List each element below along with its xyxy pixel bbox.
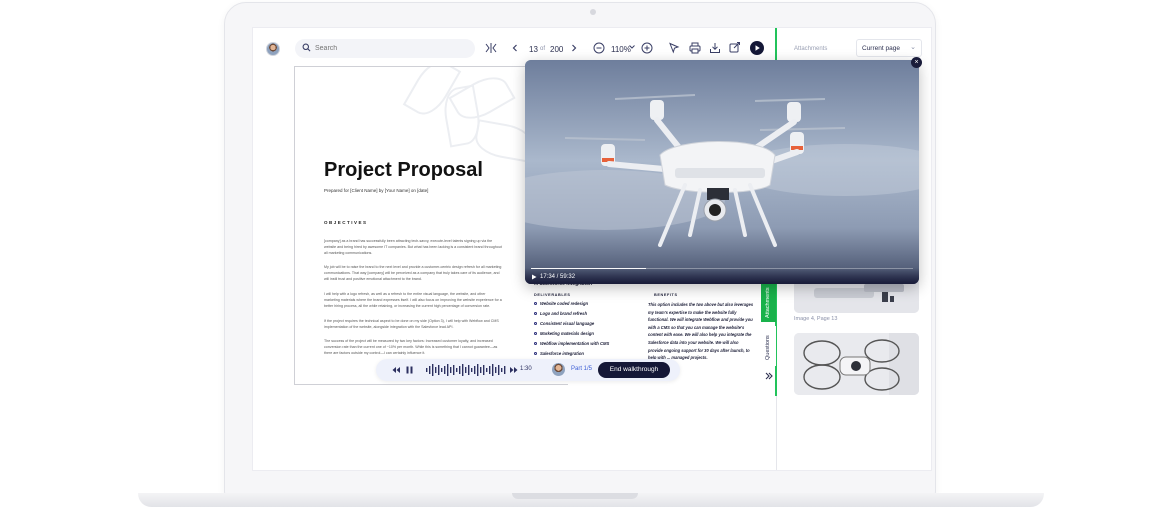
paragraph: [company] as a brand has successfully be… bbox=[324, 239, 502, 255]
list-item: Logo and brand refresh bbox=[534, 311, 587, 316]
split-view-icon[interactable] bbox=[485, 42, 497, 54]
video-time: 17:34 / 59:32 bbox=[540, 274, 576, 280]
attachments-label: Attachments bbox=[794, 46, 828, 52]
document-subtitle: Prepared for [Client Name] by [Your Name… bbox=[324, 188, 429, 193]
close-video-button[interactable]: × bbox=[911, 57, 922, 68]
thumbnail-caption: Image 4, Page 13 bbox=[794, 316, 838, 322]
bullet-icon bbox=[534, 332, 537, 336]
forward-icon[interactable] bbox=[510, 366, 518, 374]
page-scope-value: Current page bbox=[862, 45, 900, 52]
page-total: 200 bbox=[550, 45, 564, 54]
drone-thumbnail-icon bbox=[794, 333, 919, 395]
download-icon[interactable] bbox=[709, 42, 721, 54]
chevron-down-icon: ⌄ bbox=[910, 44, 916, 51]
pause-icon[interactable] bbox=[406, 366, 413, 374]
app-screen: 13 of 200 110% bbox=[252, 27, 932, 471]
stage: 13 of 200 110% bbox=[0, 0, 1150, 515]
chevron-down-icon[interactable] bbox=[628, 43, 636, 51]
walkthrough-time: 1:30 bbox=[520, 366, 532, 372]
list-item-label: Website coded redesign bbox=[540, 301, 589, 306]
list-item-label: Consistent visual language bbox=[540, 321, 595, 326]
paragraph: The success of the project will be measu… bbox=[324, 339, 498, 355]
objectives-heading: OBJECTIVES bbox=[324, 220, 368, 225]
deliverables-label: DELIVERABLES bbox=[534, 293, 571, 297]
paragraph: If the project requires the technical as… bbox=[324, 319, 499, 329]
rewind-icon[interactable] bbox=[392, 366, 400, 374]
bullet-icon bbox=[534, 312, 537, 316]
page-of-label: of bbox=[540, 46, 546, 52]
share-edit-icon[interactable] bbox=[729, 41, 741, 53]
user-avatar[interactable] bbox=[266, 42, 280, 56]
video-controls: 17:34 / 59:32 bbox=[525, 268, 919, 284]
search-input[interactable] bbox=[315, 39, 465, 58]
presenter-avatar bbox=[552, 363, 565, 376]
walkthrough-bar: 1:30 Part 1/5 End walkthrough bbox=[376, 359, 680, 381]
list-item: Consistent visual language bbox=[534, 321, 594, 326]
list-item: Marketing materials design bbox=[534, 331, 594, 336]
tab-attachments-label: Attachments bbox=[765, 287, 771, 318]
video-player[interactable]: 17:34 / 59:32 bbox=[525, 60, 919, 284]
page-number-input[interactable]: 13 bbox=[529, 45, 538, 54]
list-item-label: Salesforce integration bbox=[540, 351, 584, 356]
list-item-label: Logo and brand refresh bbox=[540, 311, 587, 316]
bullet-icon bbox=[534, 302, 537, 306]
tab-questions-label: Questions bbox=[765, 335, 771, 360]
walkthrough-part[interactable]: Part 1/5 bbox=[571, 366, 592, 372]
next-page-icon[interactable] bbox=[569, 43, 579, 53]
bullet-icon bbox=[534, 352, 537, 356]
zoom-out-icon[interactable] bbox=[593, 42, 605, 54]
list-item: Website coded redesign bbox=[534, 301, 588, 306]
list-item-label: Webflow implementation with CMS bbox=[540, 341, 610, 346]
benefits-label: BENEFITS bbox=[654, 293, 678, 297]
close-icon: × bbox=[914, 59, 919, 66]
bullet-icon bbox=[534, 342, 537, 346]
prev-page-icon[interactable] bbox=[510, 43, 520, 53]
list-item-label: Marketing materials design bbox=[540, 331, 594, 336]
attachment-thumbnail[interactable] bbox=[794, 333, 919, 395]
benefits-text: This option includes the two above but a… bbox=[648, 302, 754, 361]
play-walkthrough-icon[interactable] bbox=[750, 41, 764, 55]
laptop-notch bbox=[512, 493, 638, 499]
document-title: Project Proposal bbox=[324, 159, 483, 181]
play-icon[interactable] bbox=[531, 274, 537, 280]
tab-questions[interactable]: Questions bbox=[761, 326, 776, 366]
pointer-icon[interactable] bbox=[668, 42, 680, 54]
list-item: Salesforce integration bbox=[534, 351, 584, 356]
search-icon bbox=[302, 43, 311, 52]
list-item: Webflow implementation with CMS bbox=[534, 341, 609, 346]
zoom-in-icon[interactable] bbox=[641, 42, 653, 54]
bullet-icon bbox=[534, 322, 537, 326]
paragraph: I will help with a logo refresh, as well… bbox=[324, 292, 502, 308]
end-walkthrough-button[interactable]: End walkthrough bbox=[598, 362, 670, 378]
search-bar[interactable] bbox=[295, 39, 475, 58]
audio-waveform[interactable] bbox=[426, 363, 506, 377]
drone-video-frame bbox=[525, 60, 919, 284]
print-icon[interactable] bbox=[689, 42, 701, 54]
collapse-panel-icon[interactable] bbox=[764, 371, 774, 381]
paragraph: My job will be to raise the brand to the… bbox=[324, 265, 502, 281]
laptop-camera bbox=[590, 9, 596, 15]
page-scope-select[interactable]: Current page ⌄ bbox=[856, 39, 922, 57]
